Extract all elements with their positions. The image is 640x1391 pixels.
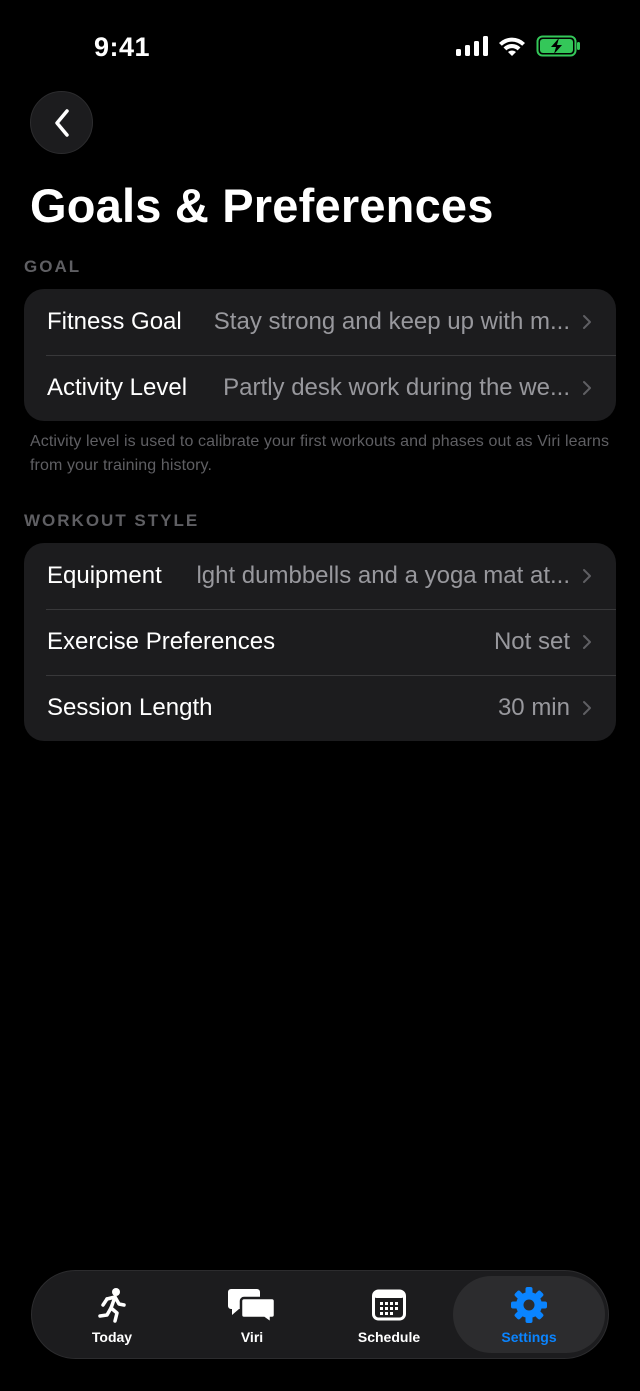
goals-preferences-screen: 9:41 Goals & Preferences GOAL Fitness Go…	[0, 0, 640, 1391]
exercise-preferences-row[interactable]: Exercise Preferences Not set	[24, 609, 616, 675]
exercise-preferences-value: Not set	[493, 628, 570, 655]
equipment-label: Equipment	[47, 562, 162, 589]
tab-bar: Today Viri Schedule Settings	[31, 1270, 609, 1359]
running-figure-icon	[95, 1285, 129, 1325]
battery-charging-icon	[536, 35, 580, 57]
status-time: 9:41	[94, 32, 151, 62]
goal-settings-group: Fitness Goal Stay strong and keep up wit…	[24, 289, 616, 421]
activity-level-row[interactable]: Activity Level Partly desk work during t…	[24, 355, 616, 421]
activity-level-value: Partly desk work during the we...	[223, 374, 570, 401]
tab-viri-label: Viri	[240, 1329, 264, 1345]
session-length-label: Session Length	[47, 694, 213, 721]
tab-schedule-label: Schedule	[357, 1329, 421, 1345]
fitness-goal-row[interactable]: Fitness Goal Stay strong and keep up wit…	[24, 289, 616, 355]
status-bar: 9:41	[0, 0, 640, 96]
chevron-left-icon	[54, 108, 69, 137]
fitness-goal-value: Stay strong and keep up with m...	[213, 308, 570, 335]
page-title: Goals & Preferences	[30, 179, 494, 232]
session-length-value: 30 min	[497, 694, 570, 721]
tab-viri[interactable]: Viri	[182, 1271, 322, 1358]
tab-today[interactable]: Today	[42, 1271, 182, 1358]
chevron-right-icon	[582, 633, 594, 651]
session-length-row[interactable]: Session Length 30 min	[24, 675, 616, 741]
chevron-right-icon	[582, 699, 594, 717]
tab-settings-label: Settings	[501, 1329, 557, 1345]
equipment-value: lght dumbbells and a yoga mat at...	[196, 562, 570, 589]
workout-style-settings-group: Equipment lght dumbbells and a yoga mat …	[24, 543, 616, 741]
activity-level-label: Activity Level	[47, 374, 188, 401]
back-button[interactable]	[30, 91, 93, 154]
calendar-icon	[372, 1285, 406, 1325]
tab-schedule[interactable]: Schedule	[319, 1271, 459, 1358]
tab-settings[interactable]: Settings	[453, 1276, 605, 1353]
activity-level-footnote: Activity level is used to calibrate your…	[30, 433, 610, 474]
exercise-preferences-label: Exercise Preferences	[47, 628, 276, 655]
cellular-signal-icon	[456, 36, 488, 56]
chevron-right-icon	[582, 313, 594, 331]
equipment-row[interactable]: Equipment lght dumbbells and a yoga mat …	[24, 543, 616, 609]
workout-style-section-header: WORKOUT STYLE	[24, 511, 200, 530]
chevron-right-icon	[582, 567, 594, 585]
gear-icon	[510, 1285, 548, 1325]
status-icons	[456, 35, 582, 57]
fitness-goal-label: Fitness Goal	[47, 308, 182, 335]
tab-today-label: Today	[91, 1329, 133, 1345]
goal-section-header: GOAL	[24, 257, 82, 276]
chat-bubbles-icon	[227, 1285, 277, 1325]
chevron-right-icon	[582, 379, 594, 397]
wifi-icon	[499, 37, 525, 56]
